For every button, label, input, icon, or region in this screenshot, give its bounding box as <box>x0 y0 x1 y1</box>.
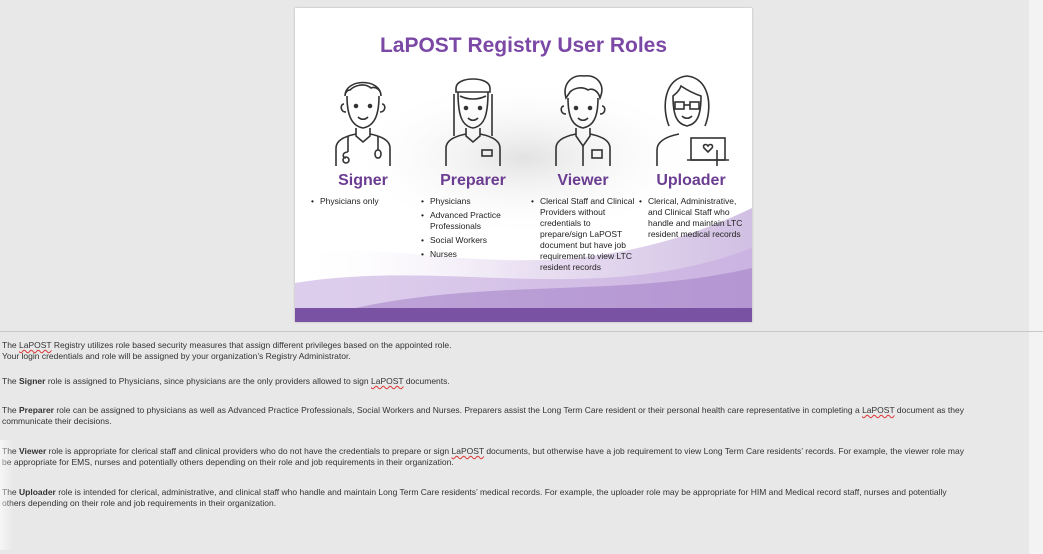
role-label-uploader: Uploader <box>19 487 56 497</box>
text-span: document as they <box>894 405 964 415</box>
text-span: documents. <box>403 376 450 386</box>
text-span: The <box>2 340 20 350</box>
preparer-paragraph: The Preparer role can be assigned to phy… <box>2 405 1032 426</box>
text-span: LaPOST <box>371 376 404 386</box>
slide-image: LaPOST Registry User Roles Signer Physic… <box>295 8 752 322</box>
uploader-paragraph: The Uploader role is intended for cleric… <box>2 487 1032 508</box>
role-card-viewer: Viewer Clerical Staff and Clinical Provi… <box>527 66 639 276</box>
text-span: Registry utilizes role based security me… <box>51 340 452 350</box>
nurse-icon <box>445 78 501 166</box>
role-bullet: Clerical, Administrative, and Clinical S… <box>639 196 747 240</box>
role-bullet: Advanced Practice Professionals <box>421 210 529 232</box>
role-bullet: Physicians <box>421 196 529 207</box>
role-name-uploader: Uploader <box>656 172 726 189</box>
doctor-icon <box>335 81 391 166</box>
intro-line-2: Your login credentials and role will be … <box>2 350 351 361</box>
role-name-signer: Signer <box>338 172 388 189</box>
text-span: role is intended for clerical, administr… <box>55 487 947 497</box>
text-span: role is appropriate for clerical staff a… <box>46 446 452 456</box>
role-label-signer: Signer <box>19 376 46 386</box>
slide-bottom-bar <box>295 308 752 322</box>
intro-paragraph: The LaPOST Registry utilizes role based … <box>2 340 1032 361</box>
text-span: LaPOST <box>451 446 484 456</box>
slide-title: LaPOST Registry User Roles <box>379 34 668 57</box>
signer-paragraph: The Signer role is assigned to Physician… <box>2 376 1032 387</box>
role-bullet: Nurses <box>421 249 529 260</box>
viewer-paragraph: The Viewer role is appropriate for cleri… <box>2 446 1032 467</box>
text-span: role can be assigned to physicians as we… <box>53 405 863 415</box>
laptop-user-icon <box>656 75 729 166</box>
intro-line-1: The LaPOST Registry utilizes role based … <box>2 340 1032 351</box>
role-card-uploader: Uploader Clerical, Administrative, and C… <box>635 66 747 243</box>
text-line: be appropriate for EMS, nurses and poten… <box>2 456 454 467</box>
role-label-viewer: Viewer <box>19 446 47 456</box>
text-line: others depending on their role and job r… <box>2 497 277 508</box>
text-span: LaPOST <box>19 340 52 350</box>
role-bullets-uploader: Clerical, Administrative, and Clinical S… <box>635 196 747 240</box>
text-span: The <box>2 405 20 415</box>
role-name-preparer: Preparer <box>440 172 506 189</box>
role-label-preparer: Preparer <box>19 405 54 415</box>
window-edge <box>1029 0 1043 554</box>
text-span: The <box>2 376 20 386</box>
role-bullets-signer: Physicians only <box>307 196 419 207</box>
role-bullet: Social Workers <box>421 235 529 246</box>
role-bullets-preparer: Physicians Advanced Practice Professiona… <box>417 196 529 260</box>
role-bullet: Clerical Staff and Clinical Providers wi… <box>531 196 639 273</box>
text-span: LaPOST <box>862 405 895 415</box>
role-bullets-viewer: Clerical Staff and Clinical Providers wi… <box>527 196 639 273</box>
staff-icon <box>555 74 611 166</box>
divider <box>0 331 1043 332</box>
role-card-signer: Signer Physicians only <box>307 66 419 210</box>
role-name-viewer: Viewer <box>557 172 609 189</box>
role-card-preparer: Preparer Physicians Advanced Practice Pr… <box>417 66 529 263</box>
role-bullet: Physicians only <box>311 196 419 207</box>
edge-fade <box>0 440 14 550</box>
text-span: role is assigned to Physicians, since ph… <box>45 376 371 386</box>
text-span: documents, but otherwise have a job requ… <box>483 446 964 456</box>
text-line: communicate their decisions. <box>2 415 112 426</box>
